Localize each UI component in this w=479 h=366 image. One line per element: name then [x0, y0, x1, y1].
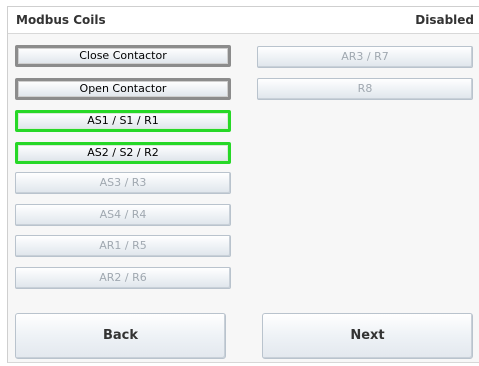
back-button[interactable]: Back — [15, 313, 226, 359]
as4-r4-button[interactable]: AS4 / R4 — [15, 204, 231, 226]
ar2-r6-button[interactable]: AR2 / R6 — [15, 267, 231, 289]
close-contactor-button[interactable]: Close Contactor — [15, 45, 231, 67]
ar1-r5-button[interactable]: AR1 / R5 — [15, 235, 231, 257]
ar3-r7-button[interactable]: AR3 / R7 — [257, 46, 473, 68]
status-label: Disabled — [415, 13, 474, 27]
r8-button[interactable]: R8 — [257, 78, 473, 100]
open-contactor-button[interactable]: Open Contactor — [15, 78, 231, 100]
page-title: Modbus Coils — [16, 13, 106, 27]
as2-s2-r2-button[interactable]: AS2 / S2 / R2 — [15, 142, 231, 164]
next-button[interactable]: Next — [262, 313, 473, 359]
as3-r3-button[interactable]: AS3 / R3 — [15, 172, 231, 194]
as1-s1-r1-button[interactable]: AS1 / S1 / R1 — [15, 110, 231, 132]
header-bar: Modbus Coils Disabled — [8, 7, 479, 34]
